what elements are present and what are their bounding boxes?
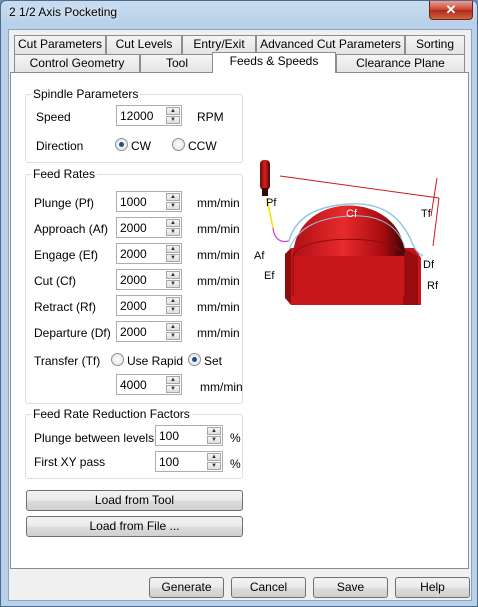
first-xy-pass-stepper[interactable]: 100 ▲ ▼ bbox=[155, 451, 223, 472]
retract-label: Retract (Rf) bbox=[34, 300, 97, 314]
cw-label[interactable]: CW bbox=[131, 139, 151, 153]
plunge-levels-up-arrow[interactable]: ▲ bbox=[207, 427, 221, 435]
transfer-stepper[interactable]: 4000 ▲ ▼ bbox=[116, 374, 182, 395]
part-block bbox=[285, 205, 421, 305]
direction-label: Direction bbox=[36, 139, 84, 153]
title-bar[interactable]: 2 1/2 Axis Pocketing ✕ bbox=[1, 1, 478, 25]
tab-cut-parameters[interactable]: Cut Parameters bbox=[14, 35, 106, 54]
departure-up-arrow[interactable]: ▲ bbox=[166, 323, 180, 331]
ccw-label[interactable]: CCW bbox=[188, 139, 217, 153]
transfer-label: Transfer (Tf) bbox=[34, 354, 101, 368]
save-button[interactable]: Save bbox=[313, 577, 388, 598]
plunge-levels-down-arrow[interactable]: ▼ bbox=[207, 436, 221, 444]
cut-label: Cut (Cf) bbox=[34, 274, 76, 288]
transfer-unit: mm/min bbox=[200, 380, 243, 394]
tab-cut-levels[interactable]: Cut Levels bbox=[106, 35, 182, 54]
plunge-stepper[interactable]: 1000 ▲ ▼ bbox=[116, 191, 182, 212]
tab-control-geometry[interactable]: Control Geometry bbox=[14, 54, 140, 73]
tf-label: Tf bbox=[421, 208, 432, 220]
engage-unit: mm/min bbox=[197, 248, 240, 262]
speed-stepper[interactable]: 12000 ▲ ▼ bbox=[116, 105, 182, 126]
plunge-down-arrow[interactable]: ▼ bbox=[166, 202, 180, 210]
cancel-button[interactable]: Cancel bbox=[231, 577, 306, 598]
feed-rates-title: Feed Rates bbox=[31, 167, 98, 181]
plunge-between-levels-label: Plunge between levels bbox=[34, 431, 155, 445]
speed-label: Speed bbox=[36, 110, 71, 124]
speed-unit: RPM bbox=[197, 110, 224, 124]
set-label[interactable]: Set bbox=[204, 354, 222, 368]
use-rapid-radio[interactable] bbox=[111, 353, 124, 366]
plunge-between-levels-stepper[interactable]: 100 ▲ ▼ bbox=[155, 425, 223, 446]
speed-down-arrow[interactable]: ▼ bbox=[166, 116, 180, 124]
retract-unit: mm/min bbox=[197, 300, 240, 314]
tab-feeds-speeds[interactable]: Feeds & Speeds bbox=[212, 52, 336, 73]
departure-label: Departure (Df) bbox=[34, 326, 111, 340]
plunge-unit: mm/min bbox=[197, 196, 240, 210]
approach-value[interactable]: 2000 bbox=[120, 221, 147, 235]
close-button[interactable]: ✕ bbox=[429, 1, 473, 20]
spindle-parameters-title: Spindle Parameters bbox=[31, 87, 141, 101]
engage-down-arrow[interactable]: ▼ bbox=[166, 254, 180, 262]
engage-label: Engage (Ef) bbox=[34, 248, 99, 262]
af-label: Af bbox=[254, 250, 265, 262]
engage-up-arrow[interactable]: ▲ bbox=[166, 245, 180, 253]
plunge-between-levels-value[interactable]: 100 bbox=[159, 429, 179, 443]
departure-stepper[interactable]: 2000 ▲ ▼ bbox=[116, 321, 182, 342]
reduction-factors-title: Feed Rate Reduction Factors bbox=[31, 407, 192, 421]
cut-unit: mm/min bbox=[197, 274, 240, 288]
departure-value[interactable]: 2000 bbox=[120, 325, 147, 339]
retract-up-arrow[interactable]: ▲ bbox=[166, 297, 180, 305]
load-from-file-button[interactable]: Load from File ... bbox=[26, 516, 243, 537]
approach-down-arrow[interactable]: ▼ bbox=[166, 228, 180, 236]
cut-stepper[interactable]: 2000 ▲ ▼ bbox=[116, 269, 182, 290]
cw-radio[interactable] bbox=[115, 138, 128, 151]
dialog-window: 2 1/2 Axis Pocketing ✕ Cut Parameters Cu… bbox=[0, 0, 478, 607]
feeds-speeds-preview-diagram: Pf Cf Tf Af Ef Df Rf bbox=[254, 160, 440, 305]
engage-stepper[interactable]: 2000 ▲ ▼ bbox=[116, 243, 182, 264]
approach-stepper[interactable]: 2000 ▲ ▼ bbox=[116, 217, 182, 238]
first-xy-down-arrow[interactable]: ▼ bbox=[207, 462, 221, 470]
approach-label: Approach (Af) bbox=[34, 222, 109, 236]
pf-label: Pf bbox=[266, 197, 277, 209]
retract-stepper[interactable]: 2000 ▲ ▼ bbox=[116, 295, 182, 316]
transfer-value[interactable]: 4000 bbox=[120, 378, 147, 392]
departure-unit: mm/min bbox=[197, 326, 240, 340]
generate-button[interactable]: Generate bbox=[149, 577, 224, 598]
first-xy-up-arrow[interactable]: ▲ bbox=[207, 453, 221, 461]
first-xy-pass-value[interactable]: 100 bbox=[159, 455, 179, 469]
use-rapid-label[interactable]: Use Rapid bbox=[127, 354, 183, 368]
cut-down-arrow[interactable]: ▼ bbox=[166, 280, 180, 288]
ef-label: Ef bbox=[264, 270, 275, 282]
rf-label: Rf bbox=[427, 280, 439, 292]
cutting-tool-icon bbox=[260, 160, 270, 196]
set-radio[interactable] bbox=[188, 353, 201, 366]
ccw-radio[interactable] bbox=[172, 138, 185, 151]
approach-up-arrow[interactable]: ▲ bbox=[166, 219, 180, 227]
plunge-up-arrow[interactable]: ▲ bbox=[166, 193, 180, 201]
retract-down-arrow[interactable]: ▼ bbox=[166, 306, 180, 314]
transfer-up-arrow[interactable]: ▲ bbox=[166, 376, 180, 384]
transfer-down-arrow[interactable]: ▼ bbox=[166, 385, 180, 393]
cut-value[interactable]: 2000 bbox=[120, 273, 147, 287]
plunge-label: Plunge (Pf) bbox=[34, 196, 95, 210]
help-button[interactable]: Help bbox=[395, 577, 470, 598]
window-title: 2 1/2 Axis Pocketing bbox=[9, 5, 118, 19]
plunge-between-levels-unit: % bbox=[230, 431, 241, 445]
load-from-tool-button[interactable]: Load from Tool bbox=[26, 490, 243, 511]
cf-label: Cf bbox=[346, 208, 358, 220]
first-xy-pass-label: First XY pass bbox=[34, 455, 106, 469]
retract-value[interactable]: 2000 bbox=[120, 299, 147, 313]
tab-clearance-plane[interactable]: Clearance Plane bbox=[336, 54, 465, 73]
speed-up-arrow[interactable]: ▲ bbox=[166, 107, 180, 115]
df-label: Df bbox=[423, 259, 435, 271]
departure-down-arrow[interactable]: ▼ bbox=[166, 332, 180, 340]
engage-value[interactable]: 2000 bbox=[120, 247, 147, 261]
tab-sorting[interactable]: Sorting bbox=[405, 35, 465, 54]
tab-tool[interactable]: Tool bbox=[140, 54, 214, 73]
plunge-value[interactable]: 1000 bbox=[120, 195, 147, 209]
cut-up-arrow[interactable]: ▲ bbox=[166, 271, 180, 279]
first-xy-pass-unit: % bbox=[230, 457, 241, 471]
speed-value[interactable]: 12000 bbox=[120, 109, 153, 123]
approach-unit: mm/min bbox=[197, 222, 240, 236]
